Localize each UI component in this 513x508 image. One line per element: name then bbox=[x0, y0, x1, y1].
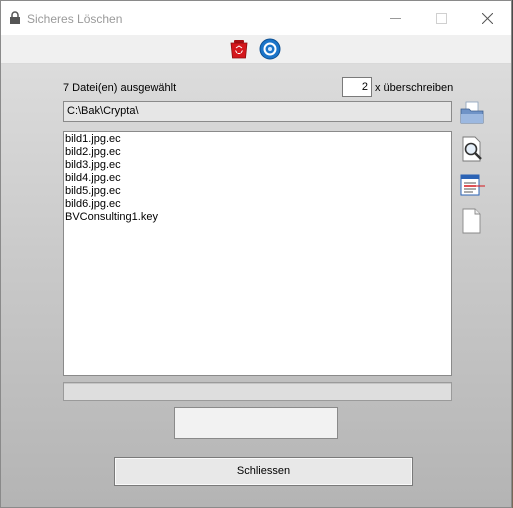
minimize-icon bbox=[390, 18, 401, 19]
files-selected-label: 7 Datei(en) ausgewählt bbox=[63, 82, 177, 94]
list-item[interactable]: bild6.jpg.ec bbox=[65, 198, 451, 211]
close-icon bbox=[482, 13, 493, 24]
status-box bbox=[174, 407, 338, 439]
list-view-icon[interactable] bbox=[459, 172, 485, 198]
list-item[interactable]: bild4.jpg.ec bbox=[65, 172, 451, 185]
list-item[interactable]: BVConsulting1.key bbox=[65, 211, 451, 224]
overwrite-passes-label: x überschreiben bbox=[375, 82, 454, 94]
open-folder-icon[interactable] bbox=[459, 100, 485, 126]
list-item[interactable]: bild3.jpg.ec bbox=[65, 159, 451, 172]
window-title: Sicheres Löschen bbox=[27, 12, 123, 26]
file-list[interactable]: bild1.jpg.ec bild2.jpg.ec bild3.jpg.ec b… bbox=[63, 131, 452, 376]
target-icon[interactable] bbox=[259, 38, 281, 60]
overwrite-passes-input[interactable]: 2 bbox=[342, 77, 372, 97]
close-window-button[interactable] bbox=[465, 1, 511, 35]
maximize-button[interactable] bbox=[419, 1, 465, 35]
progress-bar bbox=[63, 382, 452, 401]
minimize-button[interactable] bbox=[373, 1, 419, 35]
lock-icon bbox=[10, 11, 20, 24]
list-item[interactable]: bild2.jpg.ec bbox=[65, 146, 451, 159]
list-item[interactable]: bild5.jpg.ec bbox=[65, 185, 451, 198]
path-field[interactable]: C:\Bak\Crypta\ bbox=[63, 101, 452, 122]
toolbar bbox=[1, 35, 511, 64]
dialog-window: Sicheres Löschen 7 Datei(en) ausgewählt … bbox=[0, 0, 512, 508]
blank-document-icon[interactable] bbox=[459, 208, 485, 234]
maximize-icon bbox=[436, 13, 447, 24]
trash-icon[interactable] bbox=[228, 38, 250, 60]
close-button[interactable]: Schliessen bbox=[114, 457, 413, 486]
title-bar: Sicheres Löschen bbox=[1, 1, 511, 35]
list-item[interactable]: bild1.jpg.ec bbox=[65, 133, 451, 146]
search-file-icon[interactable] bbox=[459, 136, 485, 162]
main-panel: 7 Datei(en) ausgewählt 2 x überschreiben… bbox=[1, 64, 511, 507]
